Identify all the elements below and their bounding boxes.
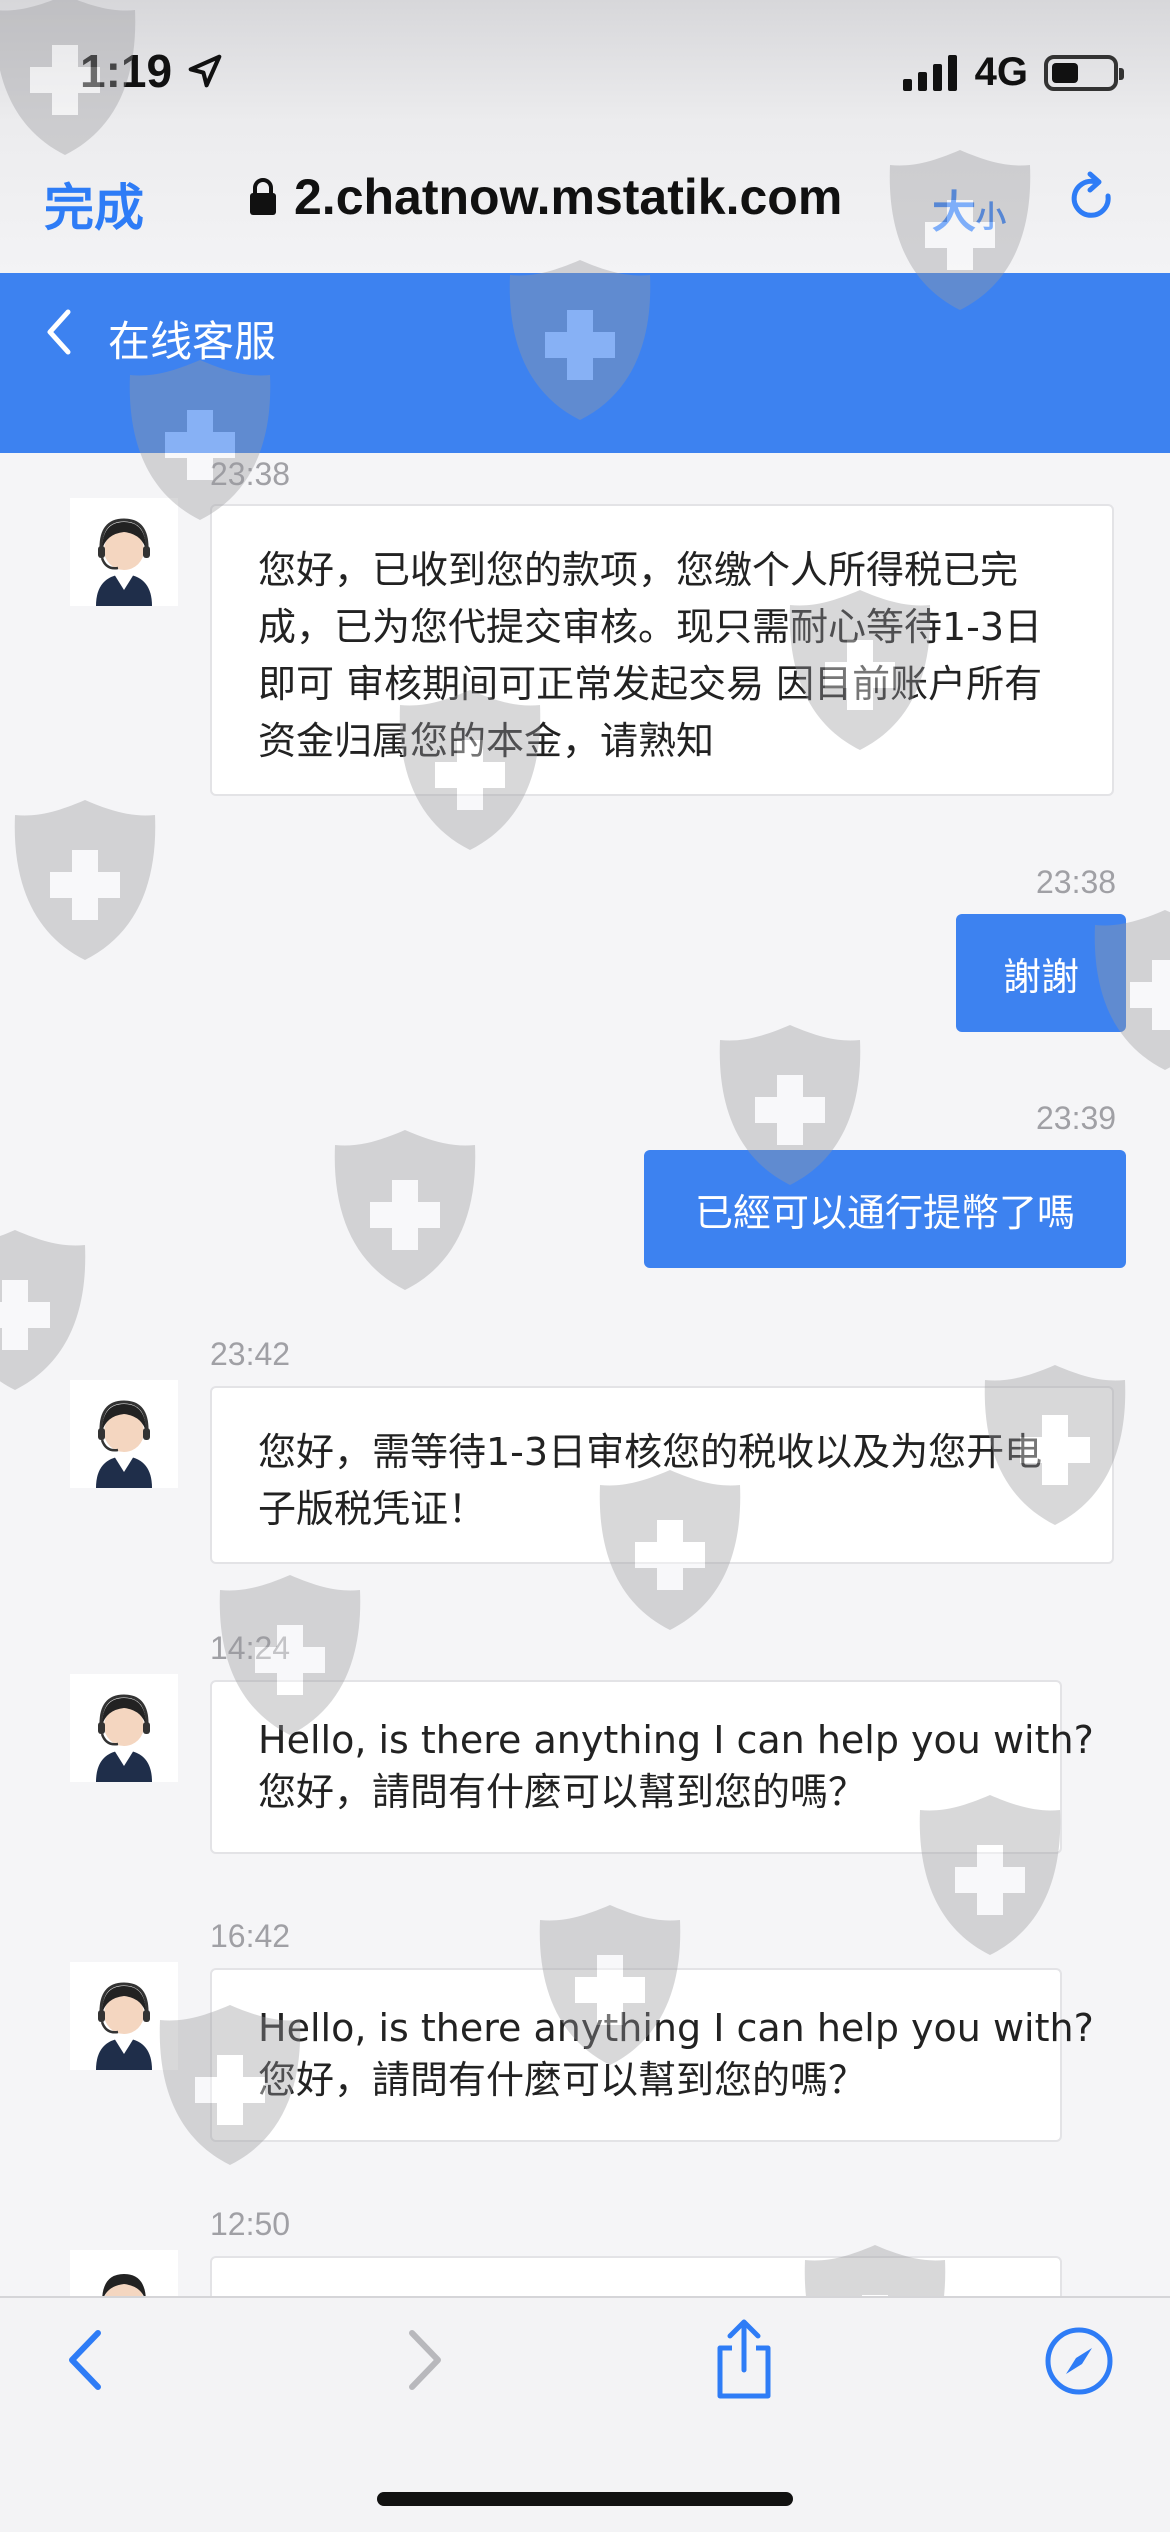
message-time: 23:38 — [210, 456, 291, 492]
agent-avatar — [70, 498, 178, 606]
message-time: 23:42 — [210, 1336, 291, 1372]
message-line: 您好，已收到您的款项，您缴个人所得税已完 — [258, 548, 1019, 592]
shield-plus-watermark-icon — [0, 1230, 86, 1390]
message-line: 您好，請問有什麼可以幫到您的嗎？ — [258, 2058, 867, 2102]
agent-message-bubble: 您好，已收到您的款项，您缴个人所得税已完 成，已为您代提交审核。现只需耐心等待1… — [210, 504, 1114, 796]
agent-message-bubble: 您好，需等待1-3日审核您的税收以及为您开电 子版税凭证！ — [210, 1386, 1114, 1564]
message-line: 成，已为您代提交审核。现只需耐心等待1-3日 — [258, 605, 1043, 649]
url-text: 2.chatnow.mstatik.com — [294, 169, 843, 225]
page-title: 在线客服 — [108, 317, 277, 366]
message-time: 23:39 — [1036, 1100, 1117, 1136]
agent-avatar — [70, 1962, 178, 2070]
shield-plus-watermark-icon — [334, 1130, 476, 1290]
text-size-small: 小 — [976, 200, 1006, 235]
agent-avatar-icon — [96, 1982, 152, 2070]
message-time: 12:50 — [210, 2206, 291, 2242]
message-time: 16:42 — [210, 1918, 291, 1954]
home-indicator — [377, 2492, 793, 2506]
shield-plus-watermark-icon — [14, 800, 156, 960]
reload-icon[interactable] — [1064, 170, 1120, 230]
user-message-bubble: 謝謝 — [956, 914, 1126, 1032]
status-indicators: 4G — [902, 50, 1124, 95]
agent-avatar-icon — [96, 1400, 152, 1488]
battery-icon — [1044, 54, 1124, 91]
message-line: Hello, is there anything I can help you … — [258, 2006, 1094, 2050]
message-line: 即可 审核期间可正常发起交易 因目前账户所有 — [258, 662, 1043, 706]
share-icon[interactable] — [712, 2318, 776, 2402]
lock-icon — [250, 178, 276, 215]
message-line: 子版税凭证！ — [258, 1487, 487, 1531]
message-line: 您好，需等待1-3日审核您的税收以及为您开电 — [258, 1430, 1043, 1474]
done-button[interactable]: 完成 — [44, 168, 144, 240]
message-time: 14:24 — [210, 1630, 291, 1666]
network-type: 4G — [974, 50, 1028, 94]
forward-icon[interactable] — [400, 2325, 450, 2395]
agent-avatar — [70, 1380, 178, 1488]
location-arrow-icon — [188, 54, 222, 88]
text-size-button[interactable]: 大小 — [932, 176, 1006, 240]
message-line: Hello, is there anything I can help you … — [258, 1718, 1094, 1762]
back-icon[interactable] — [60, 2325, 110, 2395]
status-time: 1:19 — [80, 45, 173, 97]
compass-icon[interactable] — [1044, 2326, 1114, 2396]
agent-avatar-icon — [96, 1694, 152, 1782]
text-size-big: 大 — [932, 187, 976, 238]
agent-message-bubble: Hello, is there anything I can help you … — [210, 1968, 1094, 2142]
address-bar[interactable]: 2.chatnow.mstatik.com — [248, 168, 842, 226]
back-chevron-icon[interactable] — [40, 306, 76, 358]
agent-avatar-icon — [96, 518, 152, 606]
message-line: 您好，請問有什麼可以幫到您的嗎？ — [258, 1770, 867, 1814]
signal-bars-icon — [902, 54, 957, 91]
status-time-group: 1:19 — [80, 44, 224, 98]
agent-message-bubble: Hello, is there anything I can help you … — [210, 1680, 1094, 1854]
user-message-bubble: 已經可以通行提幣了嗎 — [644, 1150, 1126, 1268]
agent-avatar — [70, 1674, 178, 1782]
message-time: 23:38 — [1036, 864, 1117, 900]
message-line: 资金归属您的本金，请熟知 — [258, 719, 715, 763]
